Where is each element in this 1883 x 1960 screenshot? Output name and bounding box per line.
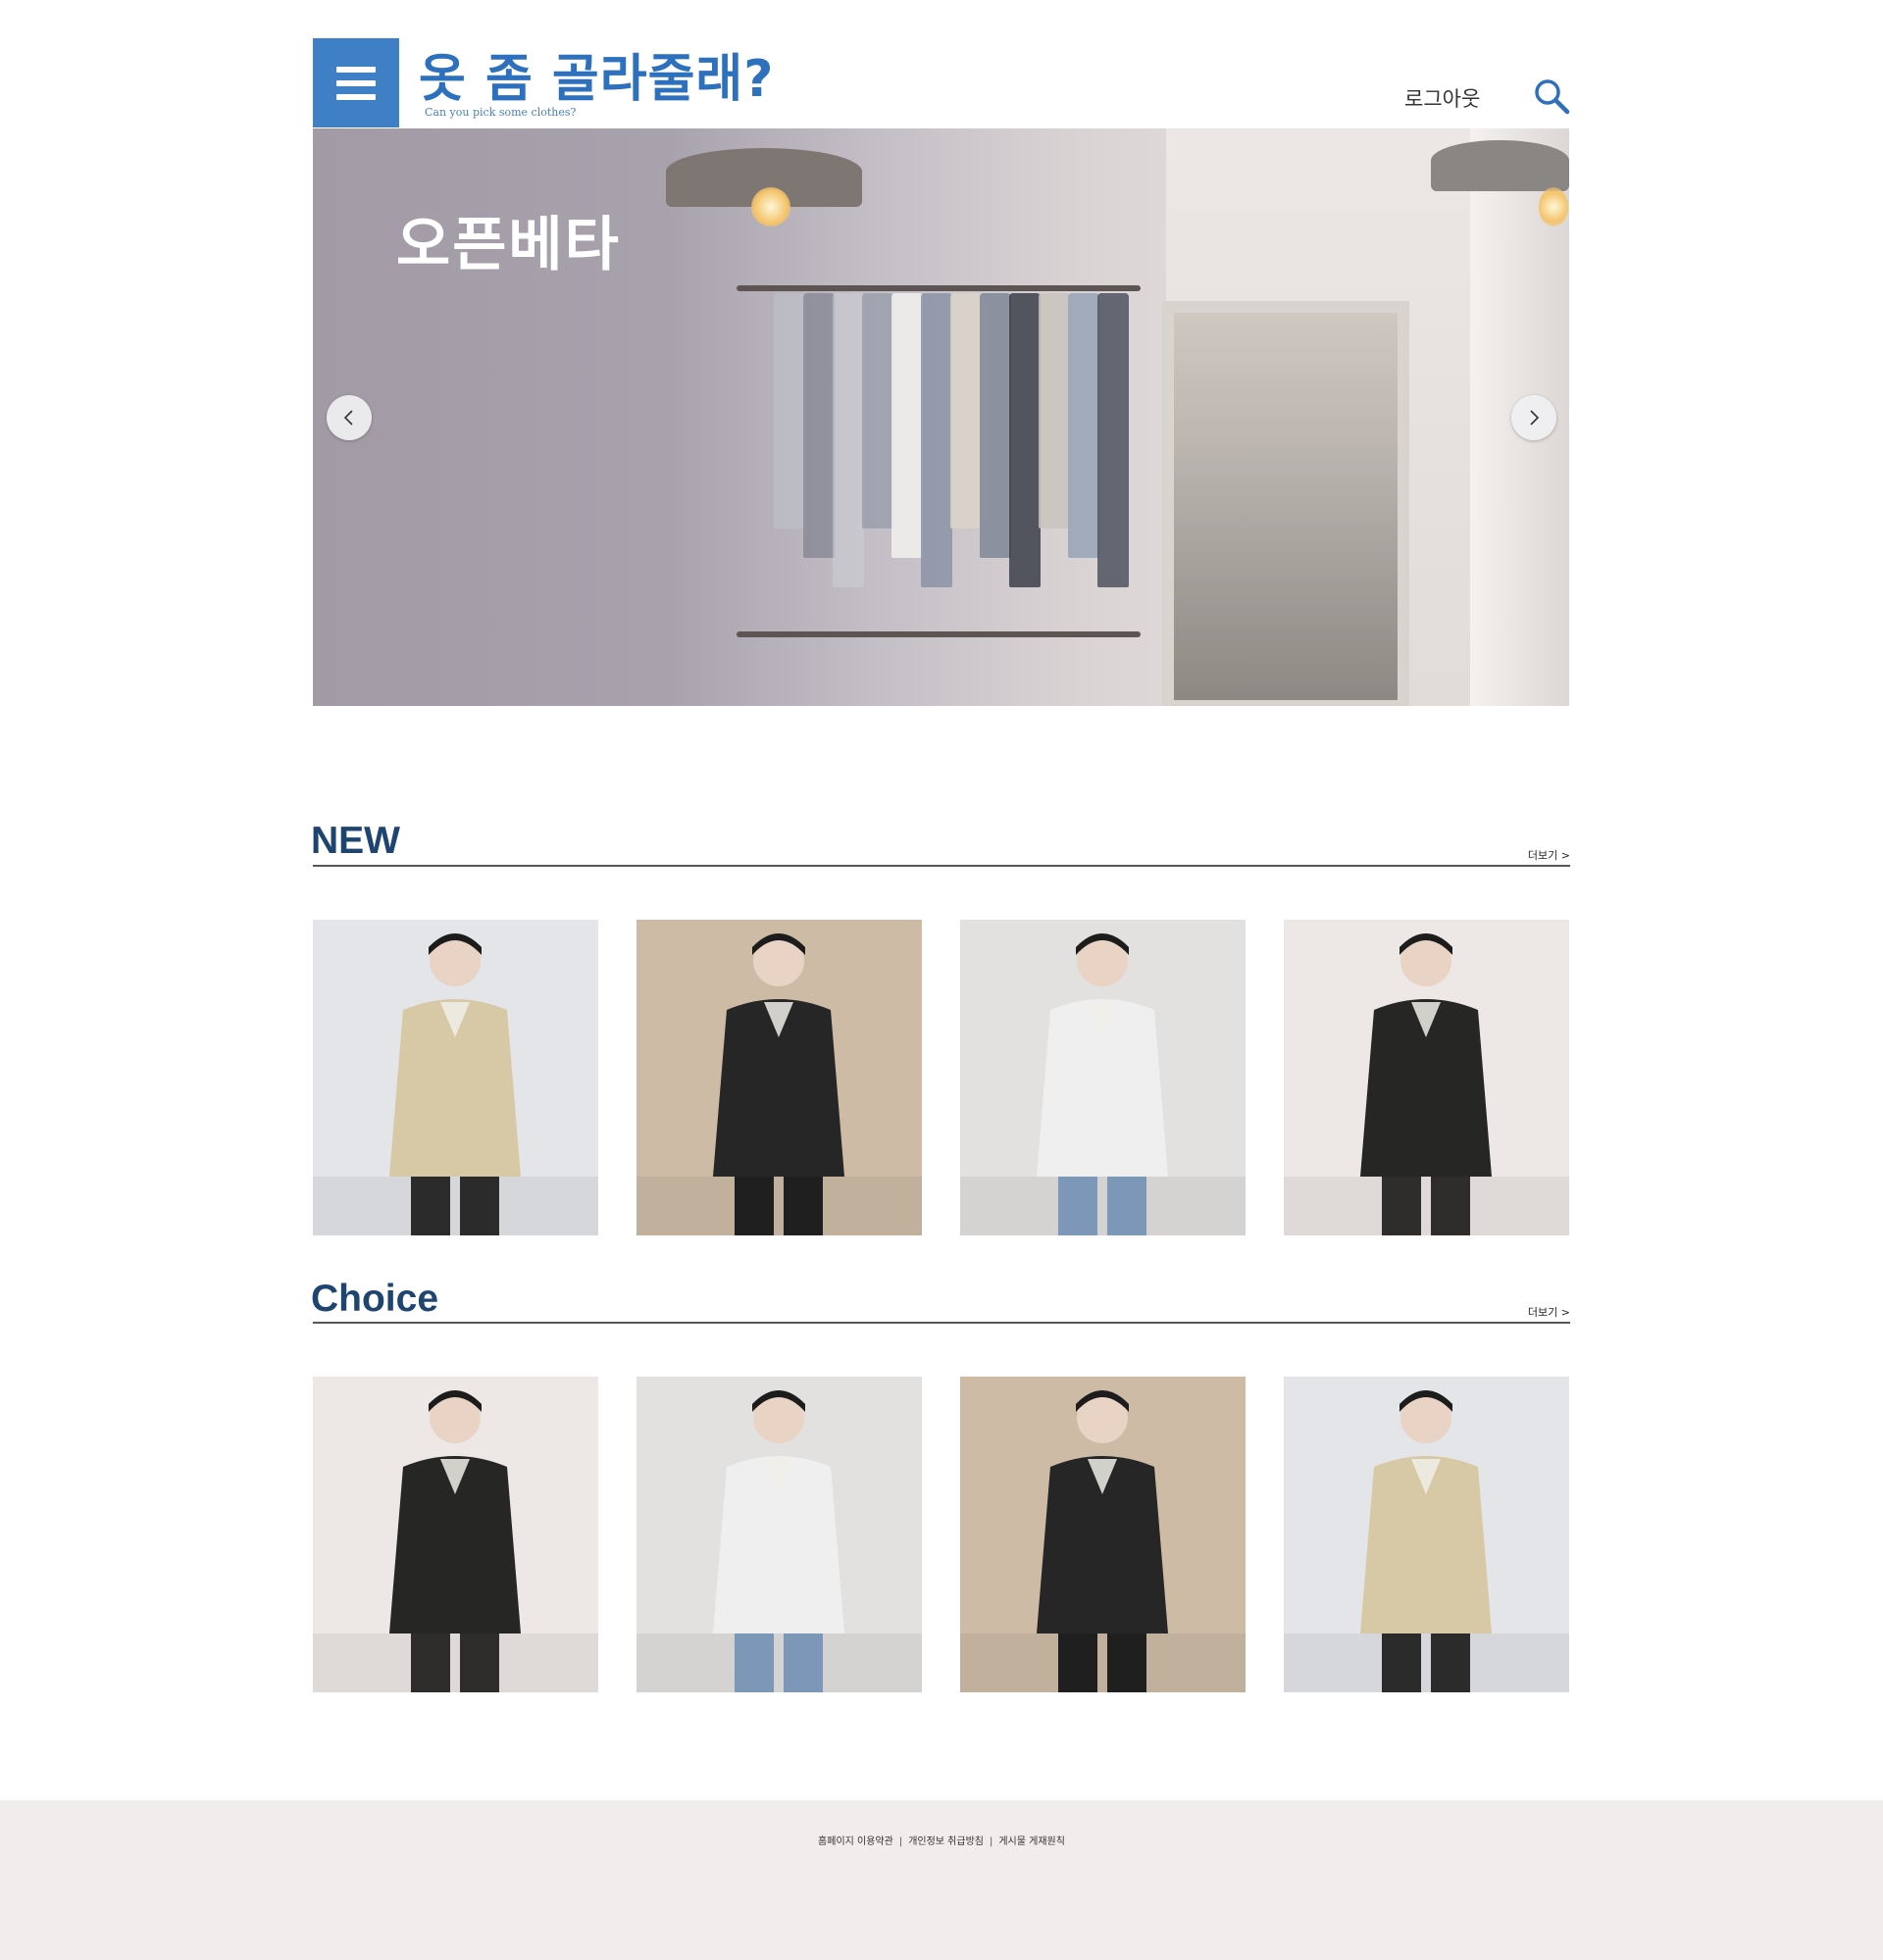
hero-bg-rail [737, 631, 1141, 637]
product-image [313, 920, 598, 1235]
hero-bg-garment [950, 293, 982, 528]
hero-bg-bulb [751, 187, 790, 226]
logout-link[interactable]: 로그아웃 [1404, 83, 1480, 113]
menu-bar [336, 80, 376, 86]
chevron-left-icon [343, 410, 353, 426]
new-more-link[interactable]: 더보기 > [1528, 847, 1570, 863]
hero-title: 오픈베타 [396, 211, 621, 279]
hero-bg-rail [737, 285, 1141, 291]
section-divider [313, 1322, 1570, 1324]
product-image [636, 920, 922, 1235]
hero-bg-garment [774, 293, 805, 528]
site-logo-subtitle: Can you pick some clothes? [425, 106, 577, 119]
hero-bg-lamp [1431, 140, 1569, 191]
product-card[interactable] [1284, 1377, 1569, 1692]
footer-links: 홈페이지 이용약관 | 개인정보 취급방침 | 게시물 게재원칙 [0, 1833, 1883, 1847]
product-card[interactable] [636, 920, 922, 1235]
section-title-choice: Choice [311, 1278, 439, 1320]
product-card[interactable] [313, 1377, 598, 1692]
footer-link-terms[interactable]: 홈페이지 이용약관 [818, 1836, 893, 1847]
menu-bar [336, 94, 376, 100]
hero-bg-garment [921, 293, 952, 587]
section-divider [313, 865, 1570, 867]
product-card[interactable] [1284, 920, 1569, 1235]
footer-separator: | [989, 1836, 993, 1847]
hero-bg-garment [980, 293, 1011, 558]
hero-bg-garment [1097, 293, 1129, 587]
hero-bg-garment [803, 293, 835, 558]
hero-bg-garment [1039, 293, 1070, 528]
product-card[interactable] [313, 920, 598, 1235]
product-card[interactable] [960, 1377, 1246, 1692]
section-title-new: NEW [311, 820, 400, 862]
product-image [960, 920, 1246, 1235]
slider-prev-button[interactable] [327, 395, 372, 440]
hero-slider: 오픈베타 [313, 128, 1569, 706]
product-image [1284, 920, 1569, 1235]
footer-link-privacy[interactable]: 개인정보 취급방침 [908, 1836, 984, 1847]
site-logo-title[interactable]: 옷 좀 골라줄래? [419, 37, 774, 111]
product-image [636, 1377, 922, 1692]
product-card[interactable] [636, 1377, 922, 1692]
product-image [313, 1377, 598, 1692]
search-icon-graphic [1535, 79, 1570, 115]
product-image [1284, 1377, 1569, 1692]
hero-bg-bulb [1539, 187, 1568, 226]
hero-bg-garment [1068, 293, 1099, 558]
hero-bg-garment [1009, 293, 1041, 587]
hero-bg-garment [891, 293, 923, 558]
footer: 홈페이지 이용약관 | 개인정보 취급방침 | 게시물 게재원칙 [0, 1800, 1883, 1960]
slider-next-button[interactable] [1511, 395, 1556, 440]
hero-bg-mirror [1162, 301, 1409, 706]
hero-bg-garment [862, 293, 893, 528]
product-grid-choice [313, 1377, 1570, 1692]
product-card[interactable] [960, 920, 1246, 1235]
footer-separator: | [898, 1836, 903, 1847]
product-image [960, 1377, 1246, 1692]
choice-more-link[interactable]: 더보기 > [1528, 1304, 1570, 1320]
chevron-right-icon [1530, 410, 1540, 426]
menu-bar [336, 67, 376, 73]
hamburger-menu-icon[interactable] [313, 38, 399, 127]
search-icon[interactable] [1533, 77, 1572, 117]
hero-bg-garment [833, 293, 864, 587]
product-grid-new [313, 920, 1570, 1235]
footer-link-posting-policy[interactable]: 게시물 게재원칙 [998, 1836, 1065, 1847]
